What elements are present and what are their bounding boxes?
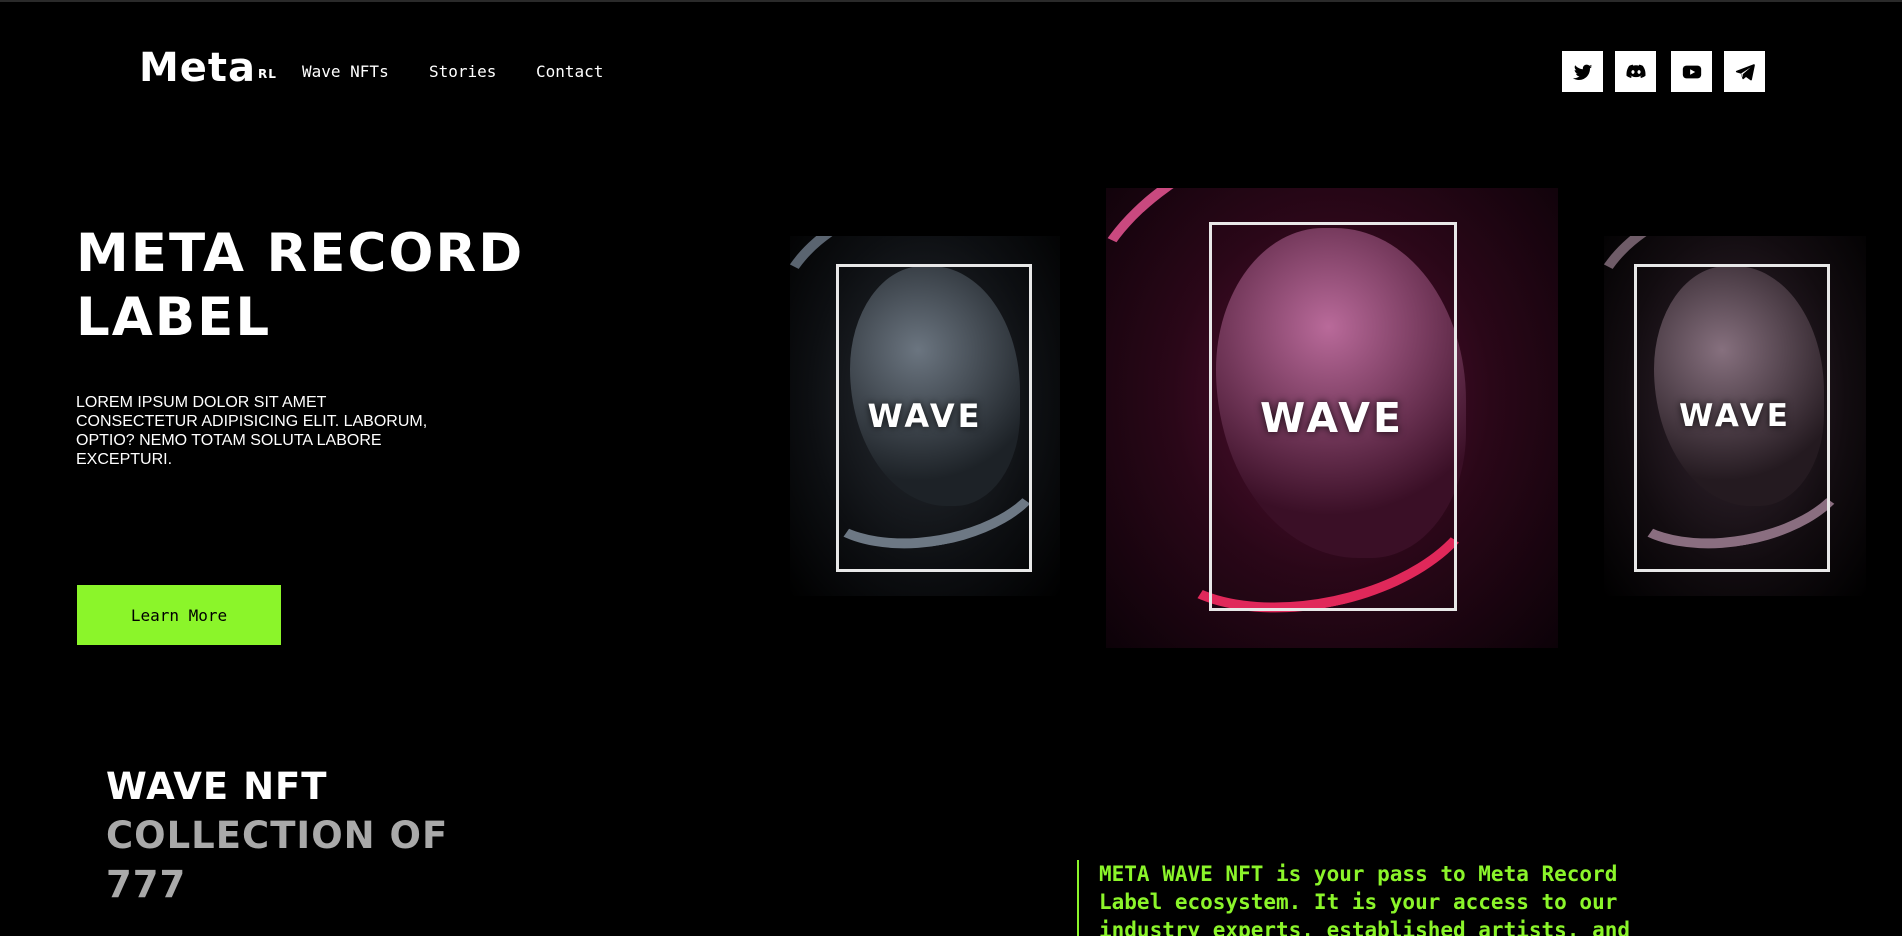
telegram-icon bbox=[1735, 63, 1755, 80]
poster-title: WAVE bbox=[867, 397, 983, 435]
nav-link-stories[interactable]: Stories bbox=[429, 62, 496, 81]
logo-text: Meta bbox=[139, 45, 257, 91]
poster-title: WAVE bbox=[1679, 398, 1791, 434]
logo-superscript: RL bbox=[258, 67, 277, 81]
poster-title: WAVE bbox=[1259, 394, 1405, 442]
collection-quote: META WAVE NFT is your pass to Meta Recor… bbox=[1077, 860, 1659, 936]
nft-poster-left[interactable]: WAVE bbox=[790, 236, 1060, 596]
nav-link-contact[interactable]: Contact bbox=[536, 62, 603, 81]
youtube-button[interactable] bbox=[1671, 51, 1712, 92]
top-border bbox=[0, 0, 1902, 2]
telegram-button[interactable] bbox=[1724, 51, 1765, 92]
collection-heading-line1: WAVE NFT bbox=[106, 765, 328, 808]
collection-heading-line2: COLLECTION OF bbox=[106, 814, 449, 857]
discord-button[interactable] bbox=[1615, 51, 1656, 92]
collection-heading: WAVE NFT COLLECTION OF 777 bbox=[106, 762, 448, 909]
nft-poster-right[interactable]: WAVE bbox=[1604, 236, 1866, 596]
youtube-icon bbox=[1682, 65, 1701, 78]
learn-more-button[interactable]: Learn More bbox=[77, 585, 281, 645]
hero-title: META RECORD LABEL bbox=[76, 223, 525, 348]
collection-heading-line3: 777 bbox=[106, 863, 187, 906]
nft-poster-center[interactable]: WAVE bbox=[1106, 188, 1558, 648]
twitter-button[interactable] bbox=[1562, 51, 1603, 92]
site-logo[interactable]: Meta RL bbox=[139, 44, 277, 92]
discord-icon bbox=[1625, 64, 1646, 78]
twitter-icon bbox=[1572, 64, 1592, 80]
hero-description: LOREM IPSUM DOLOR SIT AMET CONSECTETUR A… bbox=[76, 394, 428, 468]
nav-link-wave-nfts[interactable]: Wave NFTs bbox=[302, 62, 389, 81]
